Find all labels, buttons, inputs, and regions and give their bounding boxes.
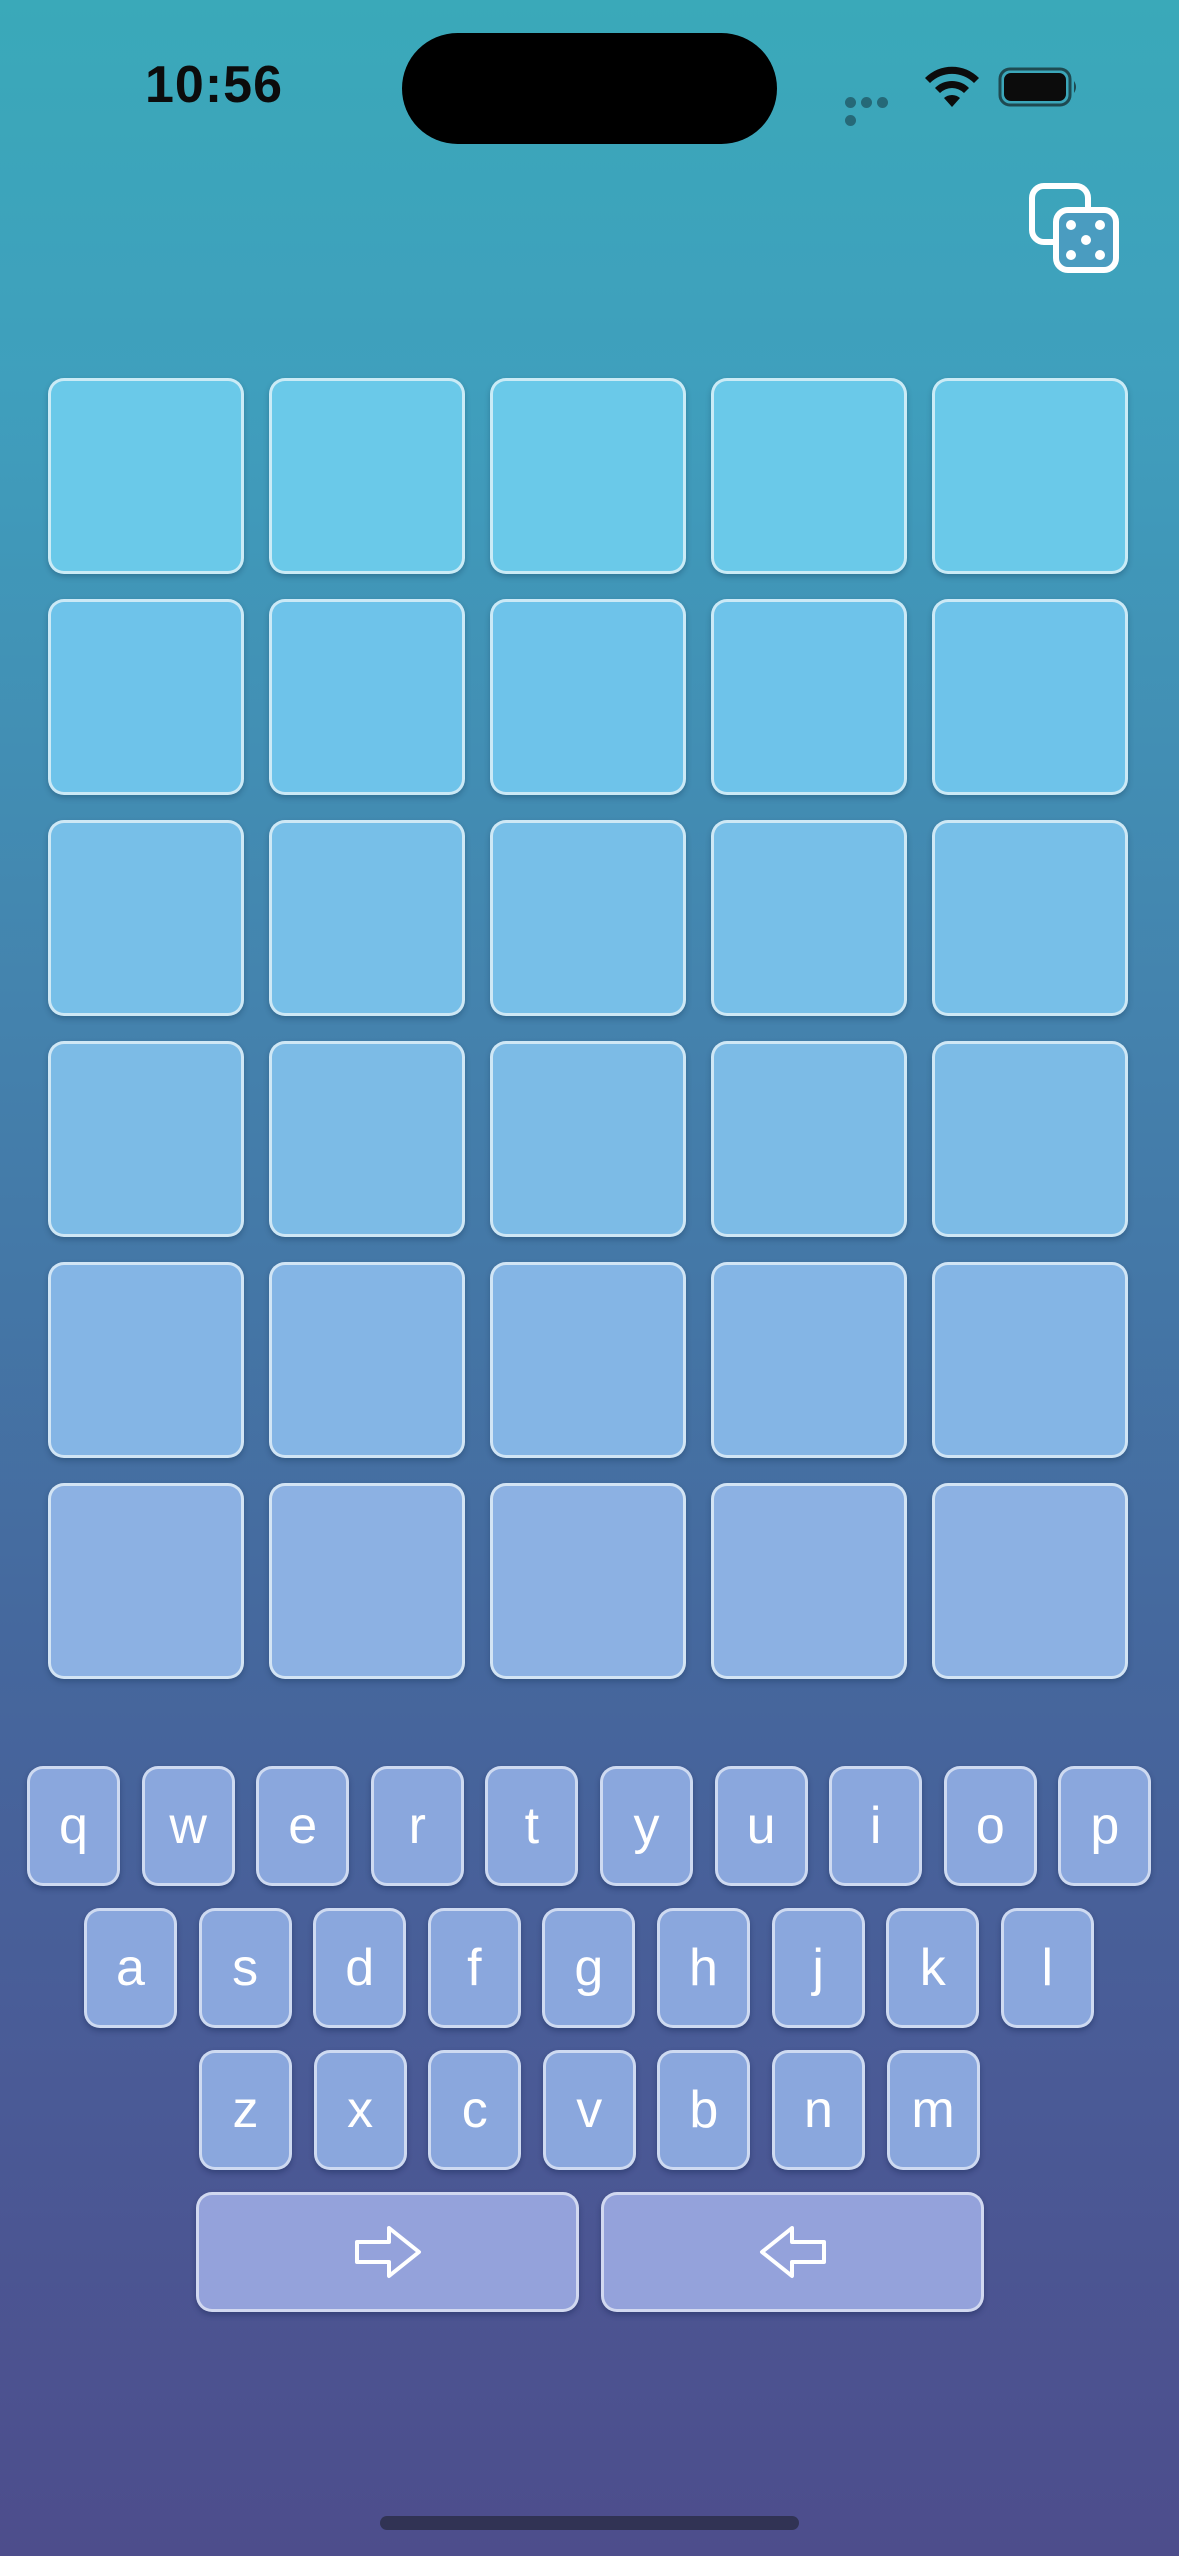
key-b[interactable]: b — [657, 2050, 751, 2170]
key-g[interactable]: g — [542, 1908, 636, 2028]
key-m[interactable]: m — [886, 2050, 980, 2170]
arrow-right-icon — [354, 2226, 421, 2278]
wifi-icon — [925, 66, 979, 107]
key-u[interactable]: u — [714, 1766, 808, 1886]
board-tile — [48, 599, 244, 795]
key-z[interactable]: z — [199, 2050, 292, 2170]
board-tile — [932, 820, 1128, 1016]
status-time: 10:56 — [145, 56, 283, 114]
dynamic-island — [402, 33, 777, 144]
key-k[interactable]: k — [886, 1908, 980, 2028]
key-i[interactable]: i — [829, 1766, 923, 1886]
board-tile — [490, 1262, 686, 1458]
board-tile — [269, 378, 465, 574]
key-v[interactable]: v — [542, 2050, 636, 2170]
board-tile — [711, 1483, 907, 1679]
board-tile — [932, 599, 1128, 795]
cellular-signal-icon — [845, 95, 907, 126]
board-tile — [490, 820, 686, 1016]
key-l[interactable]: l — [1000, 1908, 1094, 2028]
board-tile — [711, 378, 907, 574]
board-tile — [48, 820, 244, 1016]
board-tile — [711, 599, 907, 795]
board-tile — [490, 378, 686, 574]
board-tile — [932, 1262, 1128, 1458]
board-tile — [932, 1041, 1128, 1237]
key-c[interactable]: c — [428, 2050, 522, 2170]
battery-icon — [998, 67, 1076, 107]
key-p[interactable]: p — [1058, 1766, 1152, 1886]
key-y[interactable]: y — [600, 1766, 693, 1886]
key-d[interactable]: d — [313, 1908, 407, 2028]
board-tile — [932, 378, 1128, 574]
key-f[interactable]: f — [427, 1908, 521, 2028]
board-tile — [269, 1041, 465, 1237]
home-indicator — [380, 2516, 799, 2530]
key-j[interactable]: j — [771, 1908, 865, 2028]
board-tile — [269, 820, 465, 1016]
board-tile — [490, 1483, 686, 1679]
enter-key[interactable] — [196, 2192, 579, 2312]
backspace-key[interactable] — [601, 2192, 984, 2312]
key-n[interactable]: n — [772, 2050, 865, 2170]
board-tile — [269, 1483, 465, 1679]
board-tile — [269, 599, 465, 795]
board-tile — [490, 1041, 686, 1237]
board-tile — [48, 378, 244, 574]
key-r[interactable]: r — [370, 1766, 464, 1886]
board-tile — [269, 1262, 465, 1458]
board-tile — [932, 1483, 1128, 1679]
arrow-left-icon — [759, 2226, 826, 2278]
dice-icon[interactable] — [1028, 182, 1121, 275]
board-tile — [490, 599, 686, 795]
board-tile — [48, 1262, 244, 1458]
board-tile — [711, 1262, 907, 1458]
key-q[interactable]: q — [27, 1766, 120, 1886]
key-w[interactable]: w — [141, 1766, 235, 1886]
key-s[interactable]: s — [198, 1908, 292, 2028]
board-tile — [48, 1483, 244, 1679]
key-h[interactable]: h — [657, 1908, 750, 2028]
board-tile — [711, 820, 907, 1016]
key-o[interactable]: o — [943, 1766, 1037, 1886]
board-tile — [711, 1041, 907, 1237]
key-t[interactable]: t — [485, 1766, 579, 1886]
key-e[interactable]: e — [256, 1766, 350, 1886]
board-tile — [48, 1041, 244, 1237]
key-a[interactable]: a — [84, 1908, 177, 2028]
key-x[interactable]: x — [313, 2050, 407, 2170]
